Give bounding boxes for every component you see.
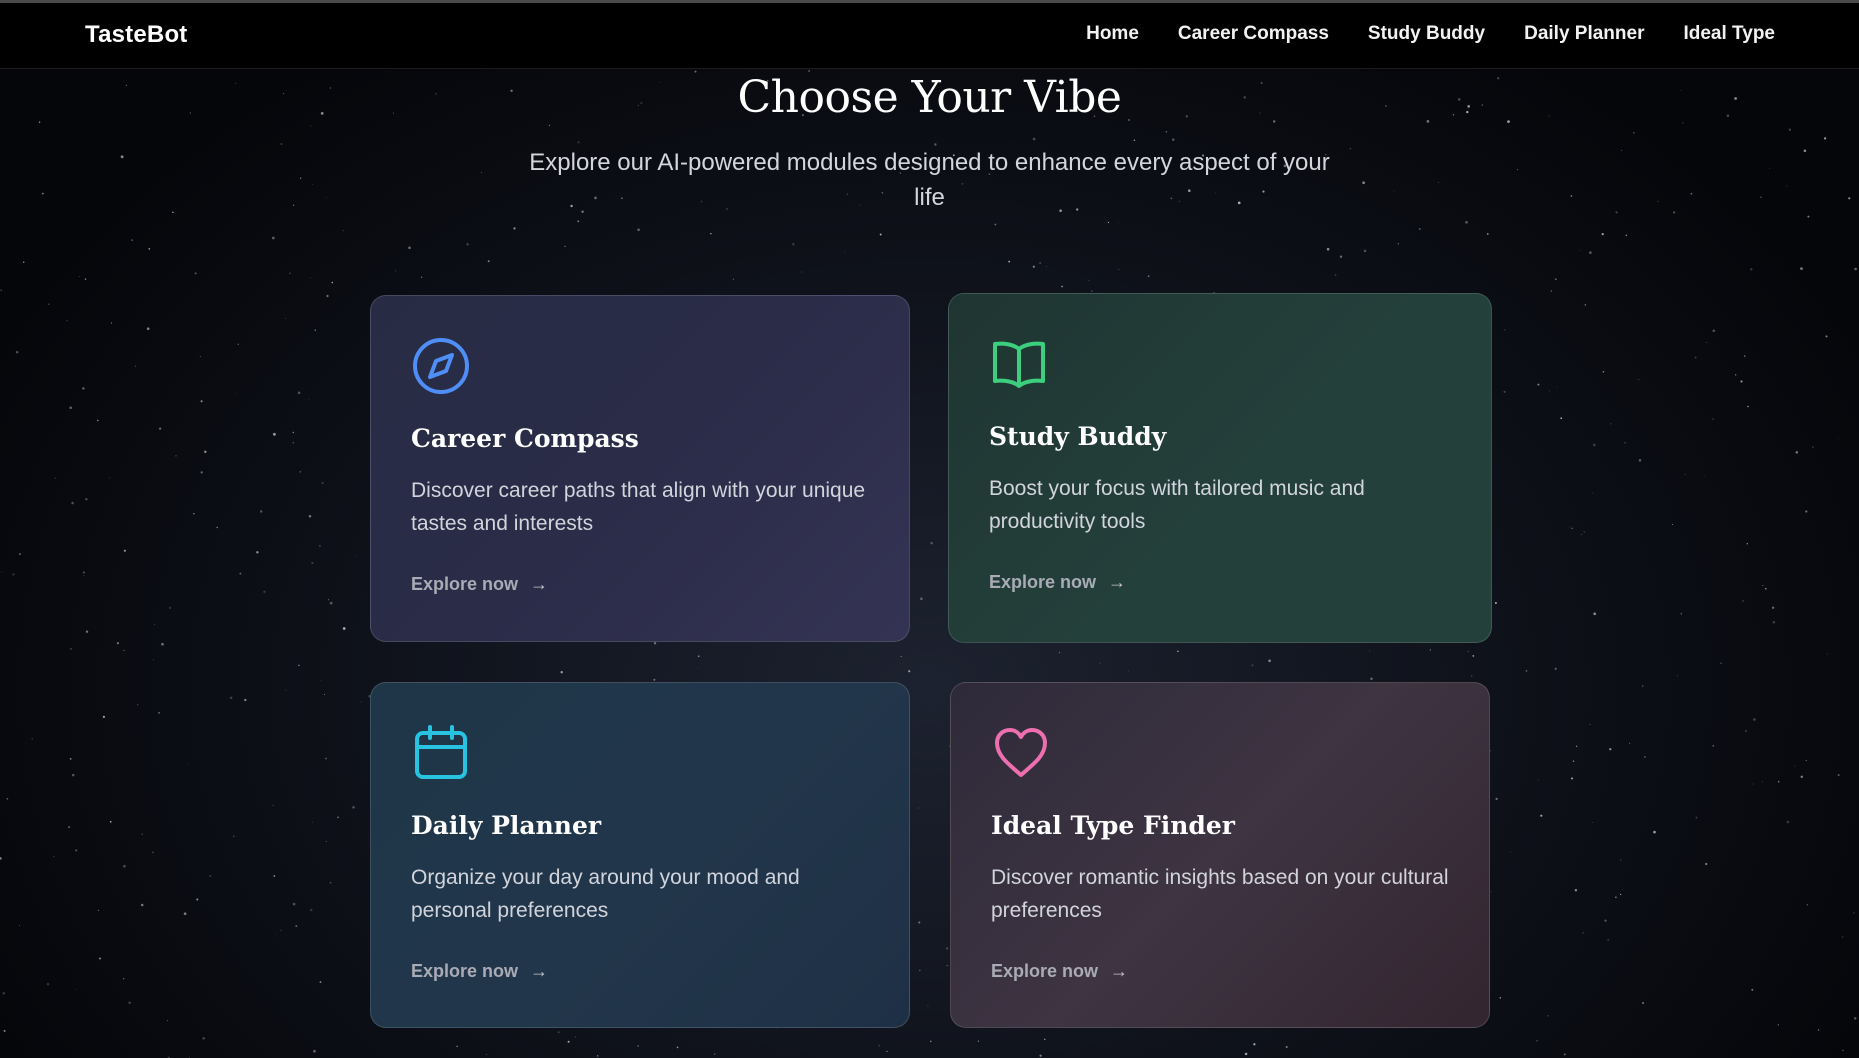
card-ideal-type-finder[interactable]: Ideal Type Finder Discover romantic insi…	[950, 682, 1490, 1028]
calendar-icon	[415, 725, 467, 779]
card-description: Boost your focus with tailored music and…	[989, 477, 1365, 533]
explore-now-label: Explore now	[989, 572, 1097, 592]
nav-links: Home Career Compass Study Buddy Daily Pl…	[1086, 23, 1775, 45]
explore-now-label: Explore now	[411, 574, 519, 594]
nav-link-career-compass[interactable]: Career Compass	[1178, 23, 1329, 45]
hero-title: Choose Your Vibe	[737, 72, 1122, 123]
explore-now-link[interactable]: Explore now →	[991, 961, 1128, 982]
explore-now-label: Explore now	[411, 961, 519, 981]
arrow-right-icon: →	[530, 574, 549, 594]
navbar: TasteBot Home Career Compass Study Buddy…	[0, 3, 1859, 69]
arrow-right-icon: →	[1108, 572, 1127, 592]
book-icon	[993, 341, 1045, 388]
compass-icon	[413, 338, 469, 394]
explore-now-link[interactable]: Explore now →	[411, 574, 548, 595]
brand-logo[interactable]: TasteBot	[85, 21, 188, 49]
card-title: Daily Planner	[411, 811, 602, 840]
card-title: Ideal Type Finder	[991, 811, 1235, 840]
explore-now-link[interactable]: Explore now →	[411, 961, 548, 982]
explore-now-label: Explore now	[991, 961, 1099, 981]
page: TasteBot Home Career Compass Study Buddy…	[0, 0, 1859, 1058]
nav-link-study-buddy[interactable]: Study Buddy	[1368, 23, 1485, 45]
card-description: Organize your day around your mood and p…	[411, 866, 800, 922]
card-daily-planner[interactable]: Daily Planner Organize your day around y…	[370, 682, 910, 1028]
card-title: Career Compass	[411, 424, 639, 453]
explore-now-link[interactable]: Explore now →	[989, 572, 1126, 593]
card-career-compass[interactable]: Career Compass Discover career paths tha…	[370, 295, 910, 642]
card-title: Study Buddy	[989, 422, 1167, 451]
nav-link-daily-planner[interactable]: Daily Planner	[1524, 23, 1644, 45]
heart-icon	[995, 728, 1047, 777]
arrow-right-icon: →	[1110, 961, 1129, 981]
nav-link-home[interactable]: Home	[1086, 23, 1139, 45]
card-description: Discover career paths that align with yo…	[411, 479, 866, 535]
arrow-right-icon: →	[530, 961, 549, 981]
card-study-buddy[interactable]: Study Buddy Boost your focus with tailor…	[948, 293, 1492, 643]
card-description: Discover romantic insights based on your…	[991, 866, 1449, 922]
hero-subtitle: Explore our AI-powered modules designed …	[529, 149, 1330, 211]
nav-link-ideal-type[interactable]: Ideal Type	[1683, 23, 1775, 45]
